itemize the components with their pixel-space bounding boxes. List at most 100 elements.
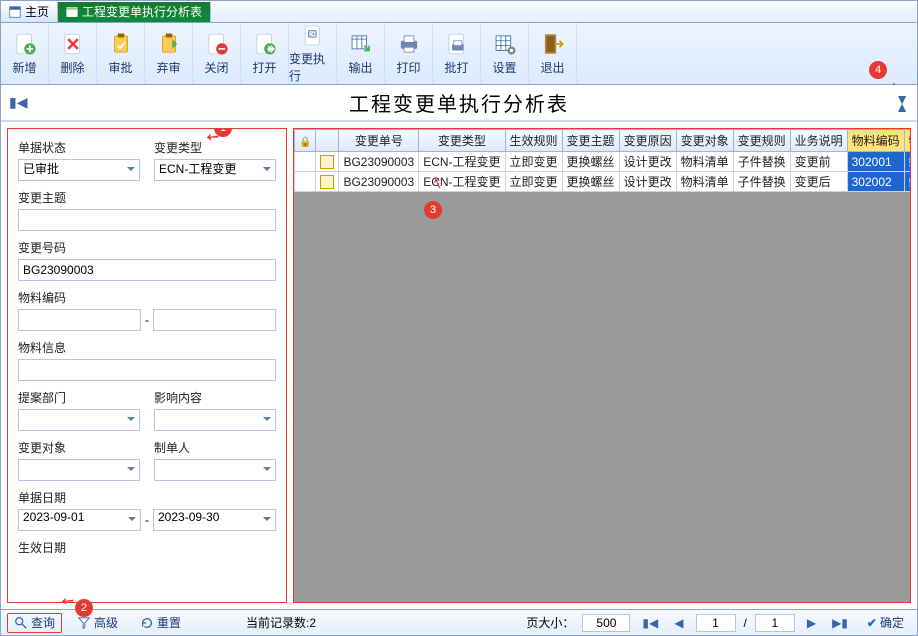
toolbar-close[interactable]: 关闭 (193, 23, 241, 84)
col-chgtype[interactable]: 变更类型 (419, 130, 505, 152)
select-status[interactable]: 已审批 (18, 159, 140, 181)
cell-bizdesc: 变更后 (790, 172, 847, 192)
status-bar: 查询 高级 重置 当前记录数:2 页大小： ▮◀ ◀ / ▶ ▶▮ ✔ 确定 (1, 609, 917, 635)
grid-scroll[interactable]: 🔒 变更单号 变更类型 生效规则 变更主题 变更原因 变更对象 变更规则 业务说… (294, 129, 910, 192)
col-subject[interactable]: 变更主题 (562, 130, 619, 152)
col-chgrule[interactable]: 变更规则 (733, 130, 790, 152)
col-mat[interactable]: 物 (904, 130, 910, 152)
cell-subject: 更换螺丝 (562, 172, 619, 192)
check-icon: ✔ (867, 616, 877, 630)
toolbar-batchprint[interactable]: 批打 (433, 23, 481, 84)
input-page[interactable] (696, 614, 736, 632)
cell-mat: 螺 (904, 152, 910, 172)
label-docdate: 单据日期 (18, 489, 276, 506)
grid-panel: 🔒 变更单号 变更类型 生效规则 变更主题 变更原因 变更对象 变更规则 业务说… (293, 128, 911, 603)
page-title: 工程变更单执行分析表 (349, 88, 569, 117)
input-matcode-to[interactable] (153, 309, 276, 331)
nav-last[interactable]: ▶▮ (828, 616, 852, 630)
label-matinfo: 物料信息 (18, 339, 276, 356)
record-count-label: 当前记录数:2 (246, 614, 316, 631)
tab-report[interactable]: 工程变更单执行分析表 (58, 2, 211, 22)
toolbar-print[interactable]: 打印 (385, 23, 433, 84)
page-title-bar: ▮◀ 工程变更单执行分析表 ▼▲ (1, 85, 917, 121)
row-lock (295, 172, 316, 192)
grid-header: 🔒 变更单号 变更类型 生效规则 变更主题 变更原因 变更对象 变更规则 业务说… (295, 130, 911, 152)
btn-query[interactable]: 查询 (7, 613, 62, 633)
col-matcode[interactable]: 物料编码 (847, 130, 904, 152)
toolbar-add[interactable]: 新增 (1, 23, 49, 84)
tab-home[interactable]: 主页 (1, 2, 58, 22)
row-check[interactable] (316, 152, 339, 172)
toolbar-abandon[interactable]: 弃审 (145, 23, 193, 84)
toolbar: 新增 删除 审批 弃审 关闭 打开 OK变更执行 输出 打印 批打 设置 退出 … (1, 23, 917, 85)
toolbar-exit[interactable]: 退出 (529, 23, 577, 84)
toolbar-exec[interactable]: OK变更执行 (289, 23, 337, 84)
input-subject[interactable] (18, 209, 276, 231)
tab-home-label: 主页 (25, 3, 49, 20)
cell-chgno: BG23090003 (339, 172, 419, 192)
select-creator[interactable] (154, 459, 276, 481)
cell-chgrule: 子件替换 (733, 172, 790, 192)
date-docdate-from[interactable]: 2023-09-01 (18, 509, 141, 531)
toolbar-delete[interactable]: 删除 (49, 23, 97, 84)
cell-target: 物料清单 (676, 152, 733, 172)
select-dept[interactable] (18, 409, 140, 431)
col-lock[interactable]: 🔒 (295, 130, 316, 152)
col-reason[interactable]: 变更原因 (619, 130, 676, 152)
btn-reset[interactable]: 重置 (133, 613, 188, 633)
funnel-icon (77, 616, 91, 630)
filter-panel: 1 ➘ 单据状态 已审批 变更类型 ECN-工程变更 变更主题 变更号码 物料编… (7, 128, 287, 603)
nav-next[interactable]: ▶ (803, 616, 820, 630)
col-bizdesc[interactable]: 业务说明 (790, 130, 847, 152)
toolbar-settings[interactable]: 设置 (481, 23, 529, 84)
refresh-icon (140, 616, 154, 630)
collapse-icon[interactable]: ▼▲ (895, 91, 909, 115)
row-check[interactable] (316, 172, 339, 192)
nav-first-icon[interactable]: ▮◀ (9, 94, 27, 111)
cell-effrule: 立即变更 (505, 152, 562, 172)
select-target[interactable] (18, 459, 140, 481)
label-impact: 影响内容 (154, 389, 276, 406)
cell-matcode: 302001 (847, 152, 904, 172)
col-chk[interactable] (316, 130, 339, 152)
label-status: 单据状态 (18, 139, 140, 156)
label-matcode: 物料编码 (18, 289, 276, 306)
row-lock (295, 152, 316, 172)
nav-prev[interactable]: ◀ (670, 616, 687, 630)
svg-text:OK: OK (309, 32, 317, 37)
date-docdate-to[interactable]: 2023-09-30 (153, 509, 276, 531)
callout-3: 3 (424, 201, 442, 219)
pagesize-label: 页大小： (526, 614, 574, 631)
col-effrule[interactable]: 生效规则 (505, 130, 562, 152)
toolbar-open[interactable]: 打开 (241, 23, 289, 84)
select-chgtype[interactable]: ECN-工程变更 (154, 159, 276, 181)
toolbar-approve[interactable]: 审批 (97, 23, 145, 84)
select-impact[interactable] (154, 409, 276, 431)
cell-chgrule: 子件替换 (733, 152, 790, 172)
toolbar-export[interactable]: 输出 (337, 23, 385, 84)
cell-target: 物料清单 (676, 172, 733, 192)
btn-ok[interactable]: ✔ 确定 (860, 613, 911, 633)
input-matinfo[interactable] (18, 359, 276, 381)
input-pagesize[interactable] (582, 614, 630, 632)
cell-subject: 更换螺丝 (562, 152, 619, 172)
table-row[interactable]: BG23090003ECN-工程变更立即变更更换螺丝设计更改物料清单子件替换变更… (295, 152, 911, 172)
input-matcode-from[interactable] (18, 309, 141, 331)
tab-report-label: 工程变更单执行分析表 (82, 3, 202, 20)
col-target[interactable]: 变更对象 (676, 130, 733, 152)
cell-reason: 设计更改 (619, 152, 676, 172)
col-chgno[interactable]: 变更单号 (339, 130, 419, 152)
label-chgno: 变更号码 (18, 239, 276, 256)
result-grid: 🔒 变更单号 变更类型 生效规则 变更主题 变更原因 变更对象 变更规则 业务说… (294, 129, 910, 192)
nav-first[interactable]: ▮◀ (638, 616, 662, 630)
label-creator: 制单人 (154, 439, 276, 456)
search-icon (14, 616, 28, 630)
input-chgno[interactable] (18, 259, 276, 281)
callout-4: 4 (869, 61, 887, 79)
table-row[interactable]: BG23090003ECN-工程变更立即变更更换螺丝设计更改物料清单子件替换变更… (295, 172, 911, 192)
cell-chgno: BG23090003 (339, 152, 419, 172)
content-area: 1 ➘ 单据状态 已审批 变更类型 ECN-工程变更 变更主题 变更号码 物料编… (1, 121, 917, 609)
table-icon (66, 6, 78, 18)
checkbox-icon (320, 155, 334, 169)
input-total-pages[interactable] (755, 614, 795, 632)
